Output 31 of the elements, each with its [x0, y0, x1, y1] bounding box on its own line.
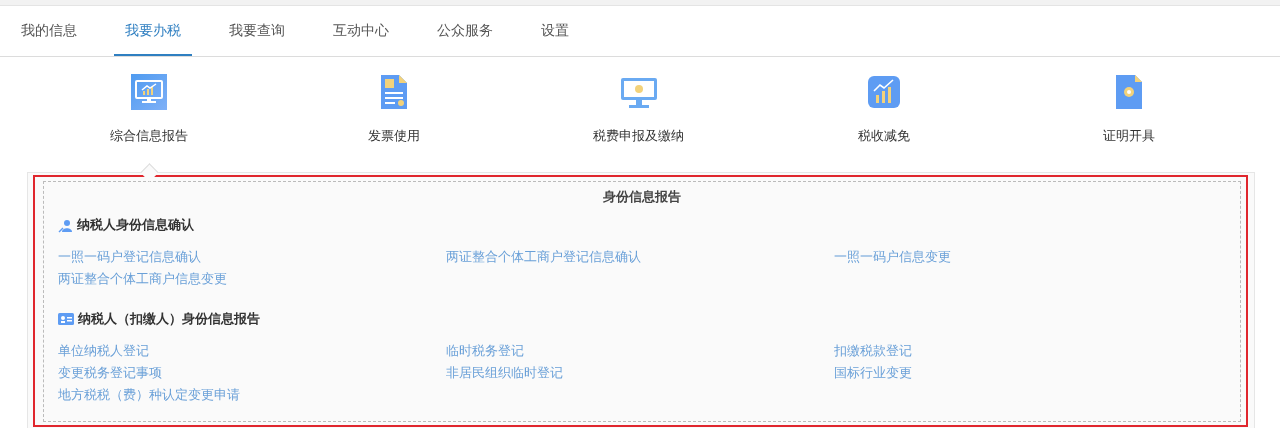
service-link[interactable]: 单位纳税人登记 [58, 343, 149, 358]
service-link[interactable]: 变更税务登记事项 [58, 365, 162, 380]
service-link[interactable]: 两证整合个体工商户登记信息确认 [446, 249, 641, 264]
nav-tab[interactable]: 我的信息 [21, 6, 77, 56]
monitor-chart-icon [130, 74, 167, 110]
service-link[interactable]: 临时税务登记 [446, 343, 524, 358]
service-link[interactable]: 非居民组织临时登记 [446, 365, 563, 380]
nav-tab[interactable]: 设置 [541, 6, 569, 56]
service-link[interactable]: 一照一码户登记信息确认 [58, 249, 201, 264]
document-icon [379, 74, 408, 110]
nav-tab[interactable]: 我要办税 [114, 6, 192, 56]
person-search-icon [58, 217, 73, 233]
nav-tab[interactable]: 公众服务 [437, 6, 493, 56]
service-link[interactable]: 两证整合个体工商户信息变更 [58, 271, 227, 286]
service-link[interactable]: 扣缴税款登记 [834, 343, 912, 358]
section-heading: 纳税人（扣缴人）身份信息报告 [78, 310, 260, 328]
service-link[interactable]: 国标行业变更 [834, 365, 912, 380]
category-tab[interactable]: 证明开具 [1102, 127, 1155, 145]
nav-tab[interactable]: 互动中心 [333, 6, 389, 56]
nav-tab[interactable]: 我要查询 [229, 6, 285, 56]
category-tab[interactable]: 税费申报及缴纳 [593, 127, 684, 145]
category-tab[interactable]: 税收减免 [857, 127, 910, 145]
certificate-icon [1114, 74, 1143, 110]
panel-title: 身份信息报告 [602, 188, 682, 206]
category-tab[interactable]: 综合信息报告 [109, 127, 188, 145]
category-tab[interactable]: 发票使用 [367, 127, 420, 145]
bar-chart-icon [867, 76, 900, 108]
id-card-icon [58, 313, 74, 325]
service-link[interactable]: 一照一码户信息变更 [834, 249, 951, 264]
section-heading: 纳税人身份信息确认 [77, 216, 194, 234]
service-link[interactable]: 地方税税（费）种认定变更申请 [58, 387, 240, 402]
